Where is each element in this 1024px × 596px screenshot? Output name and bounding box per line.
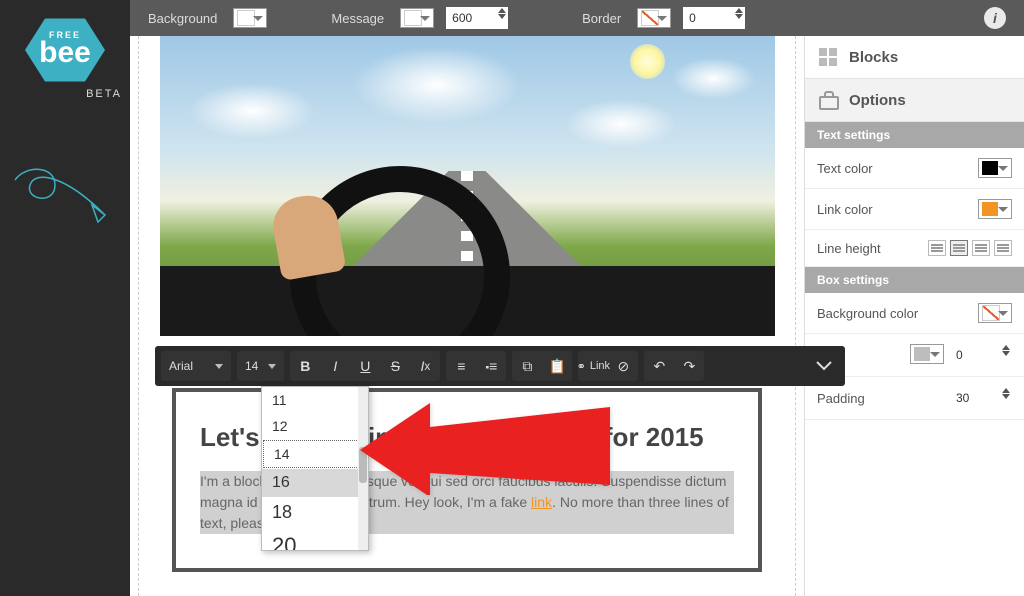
clear-format-button[interactable]: Ix [410,351,440,381]
font-size-option[interactable]: 20 [262,528,368,551]
redo-button[interactable]: ↷ [674,351,704,381]
hero-image[interactable] [160,36,775,336]
logo[interactable]: FREE bee [25,15,105,95]
text-color-label: Text color [817,161,873,176]
text-color-picker[interactable] [978,158,1012,178]
link-color-label: Link color [817,202,873,217]
stepper-down-icon[interactable] [735,14,743,19]
stepper-up-icon[interactable] [1002,388,1010,393]
left-rail: FREE bee BETA [0,0,130,596]
line-height-row: Line height [805,230,1024,267]
background-color-picker[interactable] [233,8,267,28]
padding-label: Padding [817,391,865,406]
box-border-width-input[interactable]: 0 [950,344,1012,366]
font-size-option[interactable]: 18 [262,497,368,528]
side-panel: Blocks Options Text settings Text color … [804,36,1024,596]
stepper-up-icon[interactable] [1002,345,1010,350]
border-width-value: 0 [689,11,696,25]
border-label: Border [582,11,621,26]
font-size-option[interactable]: 12 [262,413,368,439]
toolbox-icon [819,91,839,109]
chevron-down-icon [816,361,832,371]
bg-color-row: Background color [805,293,1024,334]
message-label: Message [331,11,384,26]
options-label: Options [849,92,906,109]
italic-button[interactable]: I [320,351,350,381]
border-width-input[interactable]: 0 [683,7,745,29]
box-settings-header: Box settings [805,267,1024,293]
options-tab[interactable]: Options [805,79,1024,122]
topbar: Background Message 600 Border 0 i [130,0,1024,36]
annotation-arrow-icon [360,385,620,500]
font-size-option[interactable]: 11 [262,387,368,413]
box-border-color-picker[interactable] [910,344,944,364]
background-label: Background [148,11,217,26]
blocks-tab[interactable]: Blocks [805,36,1024,79]
caret-down-icon [268,364,276,369]
link-color-picker[interactable] [978,199,1012,219]
paste-button[interactable]: 📋 [542,351,572,381]
bg-color-label: Background color [817,306,918,321]
beta-label: BETA [86,88,122,100]
border-color-picker[interactable] [637,8,671,28]
stepper-down-icon[interactable] [1002,394,1010,399]
font-size-option-selected[interactable]: 14 [263,440,367,468]
collapse-toolbar-button[interactable] [809,351,839,381]
blocks-icon [819,48,839,66]
font-size-select[interactable]: 14 [237,351,284,381]
text-color-row: Text color [805,148,1024,189]
strike-button[interactable]: S [380,351,410,381]
canvas-area[interactable]: Let's put you in the driver's seat for 2… [138,36,796,596]
logo-bee-text: bee [39,36,91,70]
undo-button[interactable]: ↶ [644,351,674,381]
copy-button[interactable]: ⧉ [512,351,542,381]
message-color-picker[interactable] [400,8,434,28]
unordered-list-button[interactable]: ⬝≡ [476,351,506,381]
font-family-select[interactable]: Arial [161,351,231,381]
stepper-up-icon[interactable] [735,8,743,13]
info-icon[interactable]: i [984,7,1006,29]
ordered-list-button[interactable]: ≡ [446,351,476,381]
line-height-options[interactable] [928,240,1012,256]
squiggle-arrow-icon [10,160,120,240]
link-button[interactable]: ⚭Link [578,351,608,381]
underline-button[interactable]: U [350,351,380,381]
stepper-down-icon[interactable] [1002,351,1010,356]
bold-button[interactable]: B [290,351,320,381]
font-size-dropdown[interactable]: 11 12 14 16 18 20 22 [261,386,369,551]
message-width-value: 600 [452,11,472,25]
padding-input[interactable]: 30 [950,387,1012,409]
stepper-down-icon[interactable] [498,14,506,19]
message-width-input[interactable]: 600 [446,7,508,29]
line-height-label: Line height [817,241,881,256]
bg-color-picker[interactable] [978,303,1012,323]
unlink-button[interactable]: ⊘ [608,351,638,381]
font-size-option[interactable]: 16 [262,469,368,497]
rich-text-toolbar: Arial 14 B I U S Ix ≡ ⬝≡ ⧉ 📋 ⚭Link ⊘ ↶ ↷ [155,346,845,386]
stepper-up-icon[interactable] [498,8,506,13]
blocks-label: Blocks [849,49,898,66]
link-color-row: Link color [805,189,1024,230]
text-settings-header: Text settings [805,122,1024,148]
caret-down-icon [215,364,223,369]
